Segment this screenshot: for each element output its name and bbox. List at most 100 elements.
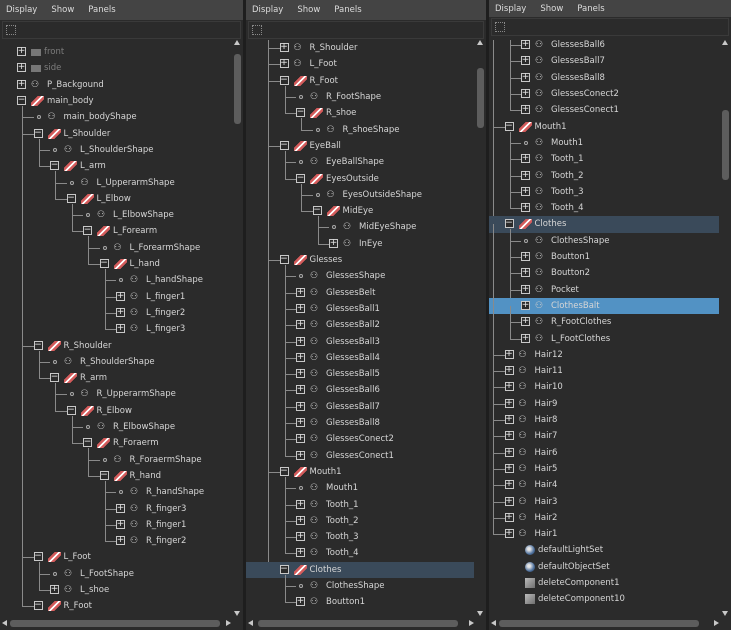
outliner-item[interactable]: − R_arm <box>0 370 231 386</box>
expand-icon[interactable]: + <box>521 317 530 327</box>
menu-show[interactable]: Show <box>297 5 320 15</box>
scroll-right-icon[interactable] <box>469 620 474 626</box>
expand-icon[interactable]: + <box>279 43 289 53</box>
expand-icon[interactable]: + <box>296 352 305 362</box>
outliner-item[interactable]: + ⚇ R_Shoulder <box>246 40 474 56</box>
outliner-item[interactable]: + ⚇ L_Foot <box>246 56 474 72</box>
collapse-icon[interactable]: − <box>504 121 514 131</box>
outliner-item[interactable]: + ⚇ Tooth_2 <box>246 513 474 529</box>
outliner-item[interactable]: ⚇ L_ShoulderShape <box>0 142 231 158</box>
scroll-left-icon[interactable] <box>2 620 7 626</box>
outliner-item[interactable]: + ⚇ Hair5 <box>489 461 719 477</box>
outliner-item[interactable]: ⚇ L_handShape <box>0 272 231 288</box>
menu-panels[interactable]: Panels <box>88 5 115 15</box>
expand-icon[interactable]: + <box>521 56 530 66</box>
outliner-item[interactable]: − Mouth1 <box>489 119 719 135</box>
outliner-item[interactable]: ⚇ L_ElbowShape <box>0 207 231 223</box>
expand-icon[interactable]: + <box>296 385 305 395</box>
outliner-item[interactable]: − L_Foot <box>0 549 231 565</box>
outliner-item[interactable]: ⚇ L_UpperarmShape <box>0 174 231 190</box>
expand-icon[interactable]: + <box>521 268 530 278</box>
outliner-item[interactable]: ⚇ R_ElbowShape <box>0 419 231 435</box>
scroll-down-icon[interactable] <box>234 611 240 616</box>
collapse-icon[interactable]: − <box>66 405 76 415</box>
expand-icon[interactable]: + <box>17 79 26 89</box>
outliner-item[interactable]: − L_arm <box>0 158 231 174</box>
horizontal-scrollbar[interactable] <box>0 619 233 628</box>
menu-show[interactable]: Show <box>540 4 563 14</box>
outliner-item[interactable]: + ⚇ GlessesBall5 <box>246 366 474 382</box>
outliner-item[interactable]: + ⚇ Tooth_4 <box>246 545 474 561</box>
expand-icon[interactable]: + <box>296 515 305 525</box>
outliner-item[interactable]: + ⚇ GlessesConect1 <box>489 102 719 118</box>
expand-icon[interactable]: + <box>504 529 514 539</box>
scroll-thumb[interactable] <box>234 54 241 124</box>
outliner-item[interactable]: − Clothes <box>246 561 474 578</box>
outliner-item[interactable]: + ⚇ Tooth_1 <box>246 496 474 512</box>
expand-icon[interactable]: + <box>504 463 514 473</box>
horizontal-scrollbar[interactable] <box>489 619 721 628</box>
outliner-item[interactable]: ⚇ MidEyeShape <box>246 219 474 235</box>
outliner-item[interactable]: ⚇ EyesOutsideShape <box>246 187 474 203</box>
expand-icon[interactable]: + <box>296 532 305 542</box>
menu-display[interactable]: Display <box>252 5 283 15</box>
scroll-thumb[interactable] <box>10 620 220 627</box>
menu-display[interactable]: Display <box>6 5 37 15</box>
outliner-item[interactable]: − R_Elbow <box>0 403 231 419</box>
outliner-item[interactable]: − Glesses <box>246 252 474 268</box>
expand-icon[interactable]: + <box>504 512 514 522</box>
filter-icon[interactable] <box>495 22 505 32</box>
outliner-item[interactable]: + ⚇ P_Backgound <box>0 77 231 93</box>
expand-icon[interactable]: + <box>521 300 530 310</box>
outliner-item[interactable]: ⚇ R_handShape <box>0 484 231 500</box>
outliner-item[interactable]: ⚇ L_ForearmShape <box>0 240 231 256</box>
collapse-icon[interactable]: − <box>99 470 109 480</box>
outliner-item[interactable]: + ⚇ GlessesConect2 <box>489 86 719 102</box>
scroll-up-icon[interactable] <box>234 40 240 45</box>
outliner-search-field[interactable] <box>248 21 484 39</box>
outliner-item[interactable]: − main_body <box>0 93 231 109</box>
outliner-item[interactable]: + ⚇ L_FootClothes <box>489 330 719 346</box>
outliner-item[interactable]: − Mouth1 <box>246 464 474 480</box>
collapse-icon[interactable]: − <box>33 552 43 562</box>
outliner-item[interactable]: + ⚇ Pocket <box>489 282 719 298</box>
outliner-item[interactable]: + ⚇ Hair7 <box>489 428 719 444</box>
outliner-item[interactable]: + ⚇ R_FootClothes <box>489 314 719 330</box>
outliner-item[interactable]: + ⚇ Boutton1 <box>246 594 474 610</box>
expand-icon[interactable]: + <box>521 203 530 213</box>
outliner-item[interactable]: − R_hand <box>0 468 231 484</box>
expand-icon[interactable]: + <box>279 59 289 69</box>
outliner-item[interactable]: − R_Foot <box>246 73 474 89</box>
outliner-item[interactable]: + ⚇ GlessesConect2 <box>246 431 474 447</box>
outliner-item[interactable]: + ⚇ Hair2 <box>489 510 719 526</box>
collapse-icon[interactable]: − <box>33 128 43 138</box>
outliner-item[interactable]: + ⚇ Tooth_4 <box>489 200 719 216</box>
collapse-icon[interactable]: − <box>279 140 289 150</box>
outliner-item[interactable]: − R_Foraerm <box>0 435 231 451</box>
outliner-item[interactable]: + ⚇ GlessesBelt <box>246 285 474 301</box>
outliner-item[interactable]: + ⚇ GlessesBall6 <box>489 40 719 53</box>
outliner-item[interactable]: + ⚇ GlessesBall7 <box>489 53 719 69</box>
outliner-item[interactable]: deleteComponent10 <box>489 591 719 607</box>
filter-icon[interactable] <box>252 25 262 35</box>
collapse-icon[interactable]: − <box>50 161 59 171</box>
horizontal-scrollbar[interactable] <box>246 619 476 628</box>
outliner-item[interactable]: + ⚇ L_shoe <box>0 582 231 598</box>
collapse-icon[interactable]: − <box>279 564 289 574</box>
outliner-item[interactable]: + ⚇ GlessesBall3 <box>246 333 474 349</box>
outliner-item[interactable]: − Clothes <box>489 216 719 233</box>
outliner-search-field[interactable] <box>2 21 241 39</box>
expand-icon[interactable]: + <box>521 284 530 294</box>
scroll-down-icon[interactable] <box>477 611 483 616</box>
expand-icon[interactable]: + <box>17 47 26 57</box>
expand-icon[interactable]: + <box>504 496 514 506</box>
expand-icon[interactable]: + <box>521 154 530 164</box>
vertical-scrollbar[interactable] <box>722 40 729 616</box>
outliner-item[interactable]: − MidEye <box>246 203 474 219</box>
outliner-item[interactable]: + ⚇ R_finger1 <box>0 517 231 533</box>
expand-icon[interactable]: + <box>504 415 514 425</box>
expand-icon[interactable]: + <box>521 170 530 180</box>
expand-icon[interactable]: + <box>296 597 305 607</box>
scroll-right-icon[interactable] <box>226 620 231 626</box>
outliner-item[interactable]: + ⚇ Hair1 <box>489 526 719 542</box>
